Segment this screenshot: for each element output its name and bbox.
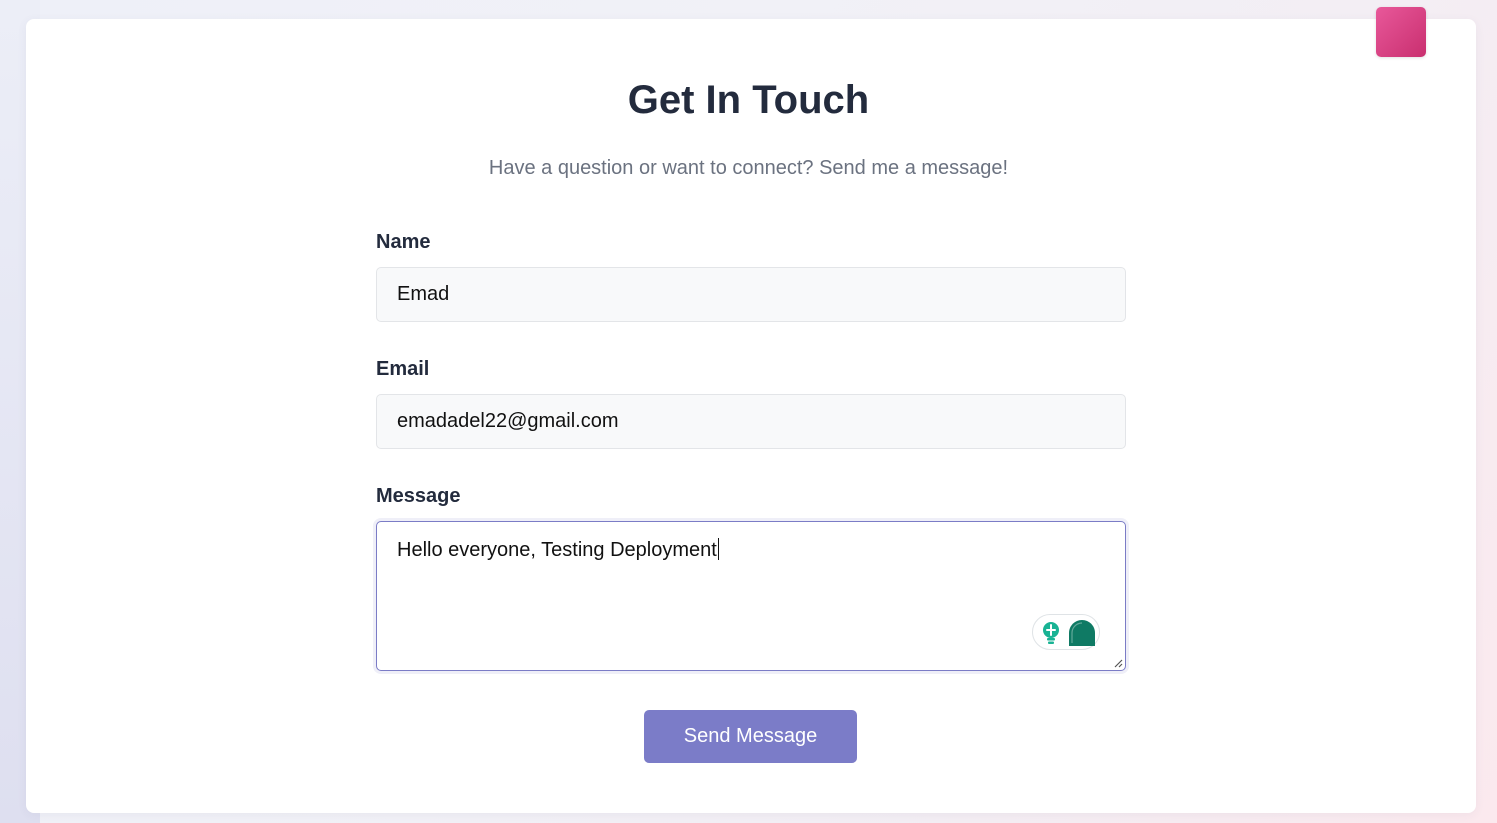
email-input[interactable]: emadadel22@gmail.com xyxy=(376,394,1126,449)
pink-square-icon[interactable] xyxy=(1376,7,1426,57)
name-input-value: Emad xyxy=(397,283,450,305)
message-label: Message xyxy=(376,485,461,507)
writing-assistant-widget[interactable] xyxy=(1032,614,1100,650)
send-message-button[interactable]: Send Message xyxy=(644,710,857,763)
email-label: Email xyxy=(376,358,430,380)
message-textarea-value: Hello everyone, Testing Deployment xyxy=(397,539,717,561)
email-input-value: emadadel22@gmail.com xyxy=(397,410,619,432)
text-caret xyxy=(717,538,719,560)
page-subtitle: Have a question or want to connect? Send… xyxy=(488,157,1009,179)
lightbulb-icon[interactable] xyxy=(1040,621,1062,645)
grammarly-icon[interactable] xyxy=(1067,618,1097,648)
page-title: Get In Touch xyxy=(627,78,870,122)
message-textarea[interactable]: Hello everyone, Testing Deployment xyxy=(376,521,1126,671)
name-input[interactable]: Emad xyxy=(376,267,1126,322)
resize-handle-icon[interactable] xyxy=(1113,658,1123,668)
name-label: Name xyxy=(376,231,431,253)
